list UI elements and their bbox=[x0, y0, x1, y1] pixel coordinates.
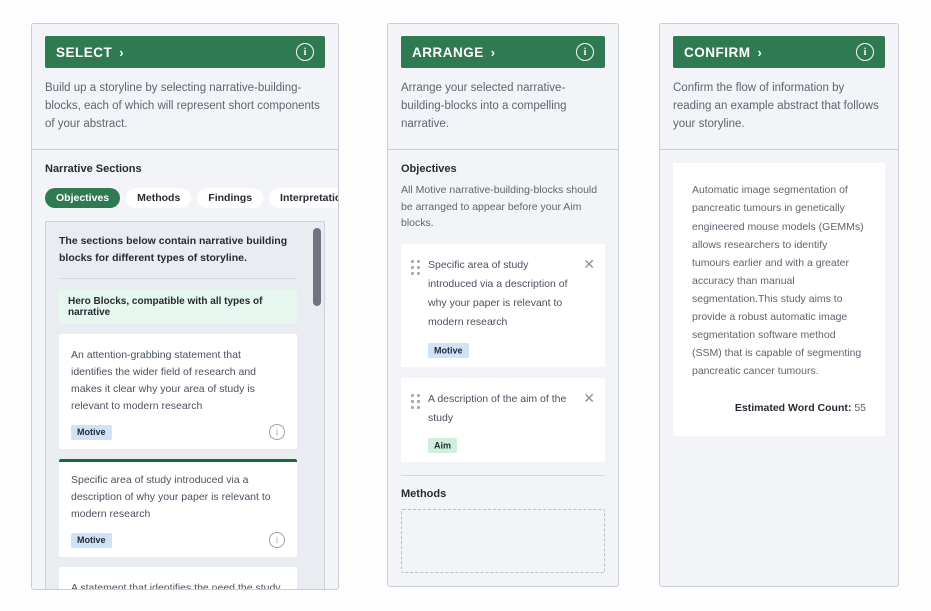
divider bbox=[59, 278, 297, 280]
confirm-step-bar[interactable]: CONFIRM › i bbox=[673, 36, 885, 68]
abstract-text: Automatic image segmentation of pancreat… bbox=[692, 184, 864, 377]
chevron-right-icon: › bbox=[490, 44, 496, 60]
confirm-header: CONFIRM › i Confirm the flow of informat… bbox=[660, 24, 898, 151]
divider bbox=[401, 475, 605, 477]
confirm-description: Confirm the flow of information by readi… bbox=[673, 82, 879, 130]
info-icon[interactable]: i bbox=[856, 43, 874, 61]
chevron-right-icon: › bbox=[757, 44, 763, 60]
arranged-block-body: A description of the aim of the study Ai… bbox=[428, 389, 575, 453]
confirm-body: Automatic image segmentation of pancreat… bbox=[660, 150, 898, 449]
arranged-block-body: Specific area of study introduced via a … bbox=[428, 255, 575, 358]
block-card[interactable]: An attention-grabbing statement that ide… bbox=[59, 334, 297, 450]
panel-select: SELECT › i Build up a storyline by selec… bbox=[31, 23, 339, 590]
narrative-sections-title: Narrative Sections bbox=[45, 163, 142, 176]
block-card[interactable]: Specific area of study introduced via a … bbox=[59, 459, 297, 558]
arranged-block-text: A description of the aim of the study bbox=[428, 393, 567, 425]
hero-blocks-group-heading: Hero Blocks, compatible with all types o… bbox=[59, 290, 297, 325]
arranged-block[interactable]: Specific area of study introduced via a … bbox=[401, 244, 605, 368]
select-description: Build up a storyline by selecting narrat… bbox=[45, 82, 320, 130]
word-count-label: Estimated Word Count: bbox=[734, 401, 852, 414]
scrollbar-thumb[interactable] bbox=[313, 228, 321, 307]
select-step-text: SELECT bbox=[56, 44, 113, 60]
select-step-label: SELECT › bbox=[56, 45, 124, 60]
app-root: SELECT › i Build up a storyline by selec… bbox=[0, 0, 931, 611]
divider bbox=[401, 586, 605, 587]
group-title-objectives: Objectives bbox=[401, 163, 457, 176]
status-badge: Motive bbox=[71, 424, 112, 440]
word-count: Estimated Word Count: 55 bbox=[692, 402, 866, 414]
tab-interpretations[interactable]: Interpretations bbox=[269, 188, 338, 209]
block-card-text: Specific area of study introduced via a … bbox=[71, 474, 271, 521]
drag-handle-icon[interactable] bbox=[411, 394, 420, 410]
word-count-value: 55 bbox=[854, 401, 866, 414]
select-header: SELECT › i Build up a storyline by selec… bbox=[32, 24, 338, 151]
scrollbar[interactable] bbox=[313, 226, 321, 586]
status-badge: Motive bbox=[71, 532, 112, 548]
block-card-footer: Motive i bbox=[71, 424, 285, 441]
info-icon[interactable]: i bbox=[269, 424, 285, 441]
select-step-bar[interactable]: SELECT › i bbox=[45, 36, 325, 68]
drag-handle-icon[interactable] bbox=[411, 260, 420, 276]
remove-block-icon[interactable]: ✕ bbox=[583, 391, 595, 405]
block-card-text: An attention-grabbing statement that ide… bbox=[71, 349, 257, 413]
tab-findings[interactable]: Findings bbox=[197, 188, 264, 209]
group-title-methods: Methods bbox=[401, 488, 447, 501]
chevron-right-icon: › bbox=[119, 44, 125, 60]
block-list-intro: The sections below contain narrative bui… bbox=[59, 235, 288, 265]
arranged-block-text: Specific area of study introduced via a … bbox=[428, 259, 568, 329]
select-body: Narrative Sections Objectives Methods Fi… bbox=[32, 150, 338, 590]
status-badge: Aim bbox=[428, 437, 458, 453]
info-icon[interactable]: i bbox=[269, 532, 285, 549]
status-badge: Motive bbox=[428, 342, 469, 358]
dropzone-methods[interactable] bbox=[401, 509, 605, 574]
info-icon[interactable]: i bbox=[296, 43, 314, 61]
arrange-step-text: ARRANGE bbox=[412, 44, 484, 60]
info-icon[interactable]: i bbox=[576, 43, 594, 61]
panel-arrange: ARRANGE › i Arrange your selected narrat… bbox=[387, 23, 619, 587]
tab-methods[interactable]: Methods bbox=[126, 188, 192, 209]
arrange-step-bar[interactable]: ARRANGE › i bbox=[401, 36, 605, 68]
confirm-step-text: CONFIRM bbox=[684, 44, 751, 60]
building-block-list[interactable]: The sections below contain narrative bui… bbox=[45, 221, 325, 590]
block-card[interactable]: A statement that identifies the need the… bbox=[59, 567, 297, 590]
arranged-block[interactable]: A description of the aim of the study Ai… bbox=[401, 378, 605, 463]
tab-objectives[interactable]: Objectives bbox=[45, 188, 121, 209]
arrange-step-label: ARRANGE › bbox=[412, 45, 496, 60]
confirm-step-label: CONFIRM › bbox=[684, 45, 762, 60]
abstract-preview-card: Automatic image segmentation of pancreat… bbox=[673, 163, 885, 436]
arrange-header: ARRANGE › i Arrange your selected narrat… bbox=[388, 24, 618, 151]
block-card-footer: Motive i bbox=[71, 532, 285, 549]
arrange-body: Objectives All Motive narrative-building… bbox=[388, 150, 618, 587]
arrange-description: Arrange your selected narrative-building… bbox=[401, 82, 567, 130]
group-note-objectives: All Motive narrative-building-blocks sho… bbox=[401, 184, 598, 229]
narrative-section-tabs: Objectives Methods Findings Interpretati… bbox=[45, 188, 338, 209]
block-card-text: A statement that identifies the need the… bbox=[71, 582, 281, 590]
panel-confirm: CONFIRM › i Confirm the flow of informat… bbox=[659, 23, 899, 587]
remove-block-icon[interactable]: ✕ bbox=[583, 257, 595, 271]
